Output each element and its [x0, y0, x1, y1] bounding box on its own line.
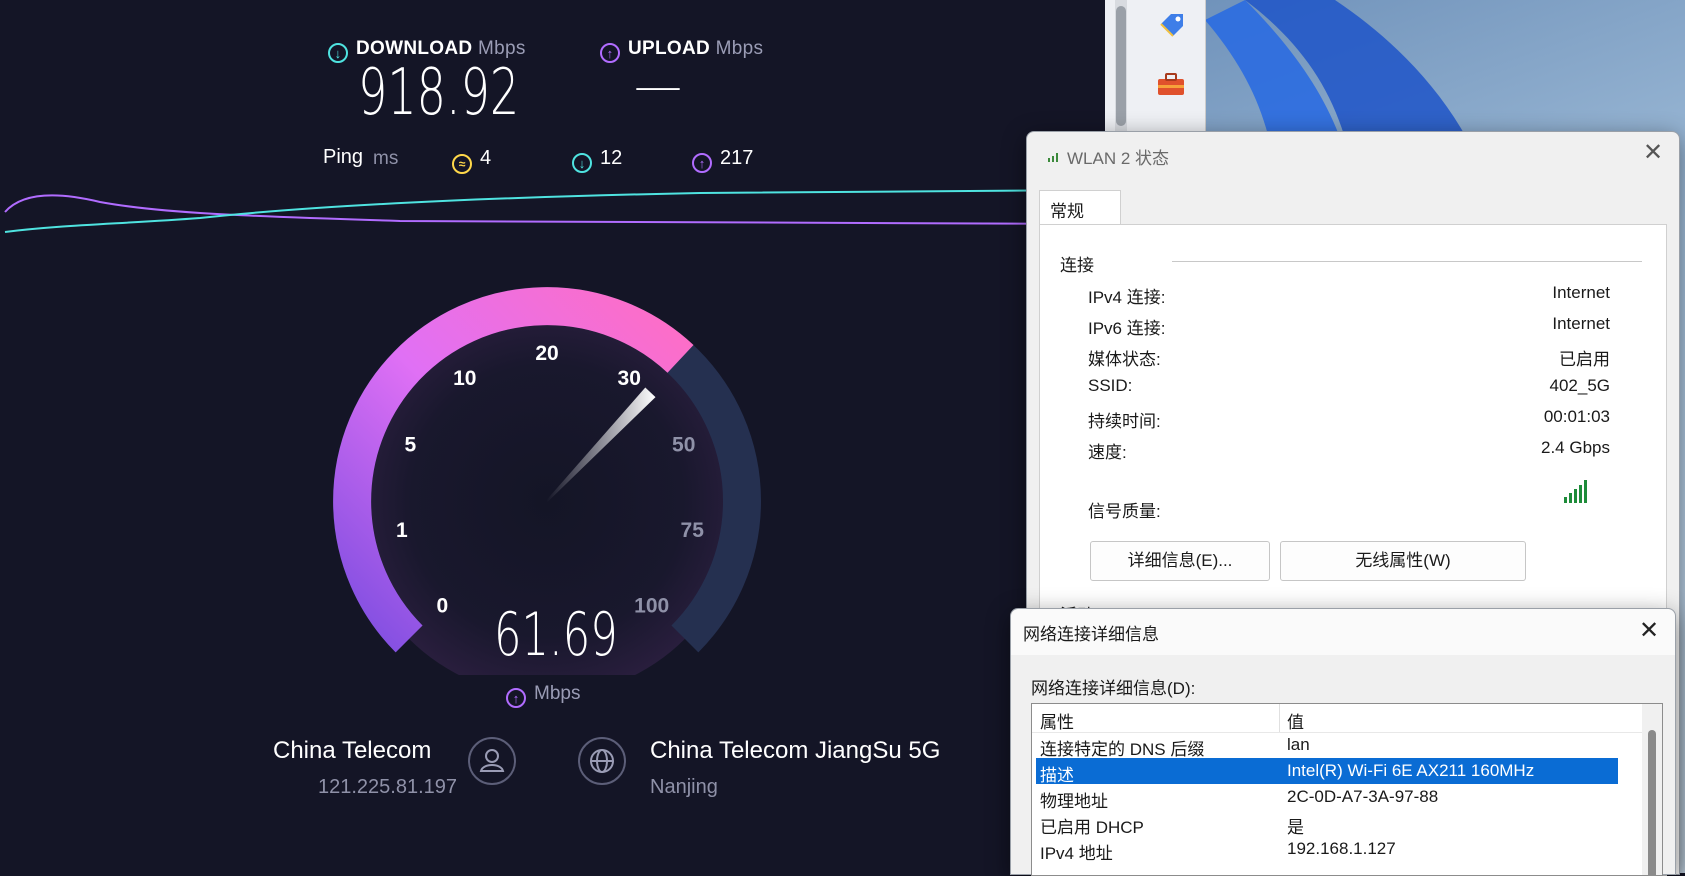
wlan-row-label: 媒体状态:: [1088, 350, 1161, 369]
tab-general[interactable]: 常规: [1039, 190, 1121, 225]
wlan-row-label: SSID:: [1088, 376, 1133, 395]
details-row-property: 连接特定的 DNS 后缀: [1040, 740, 1205, 759]
wlan-row-value: Internet: [1552, 283, 1610, 302]
gauge-current-value: 61.69: [494, 600, 618, 670]
wlan-row-value: Internet: [1552, 314, 1610, 333]
download-latency-icon: ↓: [572, 153, 592, 173]
gauge-tick-label: 10: [453, 367, 476, 390]
details-row[interactable]: 连接特定的 DNS 后缀 lan: [1036, 732, 1618, 759]
details-row[interactable]: 已启用 DHCP 是: [1036, 810, 1618, 837]
speed-graph: [4, 189, 1105, 233]
gauge-unit: ↑ Mbps: [506, 683, 580, 708]
details-row[interactable]: IPv4 地址 192.168.1.127: [1036, 836, 1618, 863]
gauge-tick-label: 100: [634, 595, 669, 618]
details-row-property: 描述: [1040, 766, 1074, 785]
tag-icon[interactable]: [1155, 10, 1187, 42]
idle-latency-icon: ≈: [452, 154, 472, 174]
section-divider: [1172, 261, 1642, 262]
side-toolbar: [1105, 0, 1206, 140]
server-location: Nanjing: [650, 776, 718, 798]
download-arrow-icon: ↓: [328, 43, 348, 63]
ping-up-value: 217: [720, 147, 754, 169]
details-row-value: 192.168.1.127: [1287, 839, 1396, 858]
details-row-property: IPv4 地址: [1040, 844, 1113, 863]
ping-idle-value: 4: [480, 147, 492, 169]
details-row-value: 2C-0D-A7-3A-97-88: [1287, 787, 1439, 806]
isp-ip: 121.225.81.197: [318, 776, 458, 798]
close-icon[interactable]: ✕: [1643, 138, 1663, 167]
details-row-value: lan: [1287, 735, 1310, 754]
ping-label: Ping: [323, 146, 364, 168]
column-header-property[interactable]: 属性: [1040, 708, 1074, 733]
details-row-value: 是: [1287, 818, 1304, 837]
details-row[interactable]: 物理地址 2C-0D-A7-3A-97-88: [1036, 784, 1618, 811]
scrollbar-thumb[interactable]: [1648, 730, 1656, 875]
ping-unit: ms: [373, 148, 399, 169]
details-caption: 网络连接详细信息(D):: [1031, 679, 1196, 698]
wlan-row-label: 速度:: [1088, 443, 1127, 462]
wlan-row-value: 402_5G: [1549, 376, 1611, 395]
gauge-tick-label: 20: [535, 342, 558, 365]
ping-down-value: 12: [600, 147, 623, 169]
tab-general-label: 常规: [1050, 202, 1084, 221]
wlan-row-label: IPv4 连接:: [1088, 288, 1166, 307]
user-account-button[interactable]: [468, 737, 516, 785]
gauge-tick-label: 0: [436, 595, 448, 618]
toolbox-icon[interactable]: [1155, 70, 1187, 98]
wireless-properties-button[interactable]: 无线属性(W): [1280, 541, 1526, 581]
upload-label: UPLOAD: [628, 38, 711, 59]
details-row-property: 已启用 DHCP: [1040, 818, 1144, 837]
upload-arrow-icon: ↑: [600, 43, 620, 63]
upload-latency-icon: ↑: [692, 153, 712, 173]
signal-quality-label: 信号质量:: [1088, 502, 1161, 521]
upload-unit: Mbps: [715, 38, 764, 59]
wlan-row-value: 00:01:03: [1543, 407, 1610, 426]
change-server-button[interactable]: [578, 737, 626, 785]
gauge-unit-label: Mbps: [534, 683, 581, 704]
wlan-row-value: 已启用: [1559, 350, 1610, 369]
gauge-tick-label: 75: [681, 519, 705, 542]
isp-name: China Telecom: [273, 737, 432, 764]
server-name[interactable]: China Telecom JiangSu 5G: [650, 737, 940, 765]
listview-scrollbar[interactable]: [1642, 704, 1662, 875]
globe-icon: [590, 749, 614, 773]
listview-header: 属性 值: [1032, 704, 1642, 733]
column-header-value[interactable]: 值: [1287, 708, 1304, 733]
details-row[interactable]: 描述 Intel(R) Wi-Fi 6E AX211 160MHz: [1036, 758, 1618, 785]
gauge-tick-label: 1: [396, 519, 408, 542]
details-row-value: Intel(R) Wi-Fi 6E AX211 160MHz: [1287, 761, 1535, 780]
user-icon: [479, 749, 505, 772]
upload-value: —: [634, 58, 682, 114]
details-button[interactable]: 详细信息(E)...: [1090, 541, 1270, 581]
gauge-tick-label: 30: [618, 367, 641, 390]
wlan-dialog-title: WLAN 2 状态: [1067, 149, 1170, 168]
ping-download: ↓ 12: [572, 147, 622, 173]
upload-phase-icon: ↑: [506, 688, 526, 708]
wlan-row-value: 2.4 Gbps: [1541, 438, 1610, 457]
ping-upload: ↑ 217: [692, 147, 753, 173]
ping-idle: ≈4: [452, 147, 491, 174]
signal-title-icon: [1048, 153, 1058, 162]
details-row-property: 物理地址: [1040, 792, 1108, 811]
close-icon[interactable]: ✕: [1639, 616, 1659, 645]
wlan-row-label: 持续时间:: [1088, 412, 1161, 431]
gauge-tick-label: 5: [404, 433, 416, 456]
wlan-row-label: IPv6 连接:: [1088, 319, 1166, 338]
speedtest-panel: ↓ DOWNLOAD Mbps 918.92 ↑ UPLOAD Mbps — Pin…: [0, 0, 1105, 873]
network-details-dialog: 网络连接详细信息 ✕ 网络连接详细信息(D): 属性 值 连接特定的 DNS 后…: [1010, 608, 1676, 876]
details-dialog-title: 网络连接详细信息: [1023, 625, 1159, 644]
gauge-tick-label: 50: [672, 433, 695, 456]
download-value: 918.92: [358, 56, 520, 130]
toolbar-scrollbar[interactable]: [1115, 0, 1127, 140]
signal-strength-icon: [1564, 480, 1587, 503]
details-listview[interactable]: 属性 值 连接特定的 DNS 后缀 lan 描述 Intel(R) Wi-Fi 6E …: [1031, 703, 1663, 876]
connection-section-label: 连接: [1060, 256, 1094, 275]
